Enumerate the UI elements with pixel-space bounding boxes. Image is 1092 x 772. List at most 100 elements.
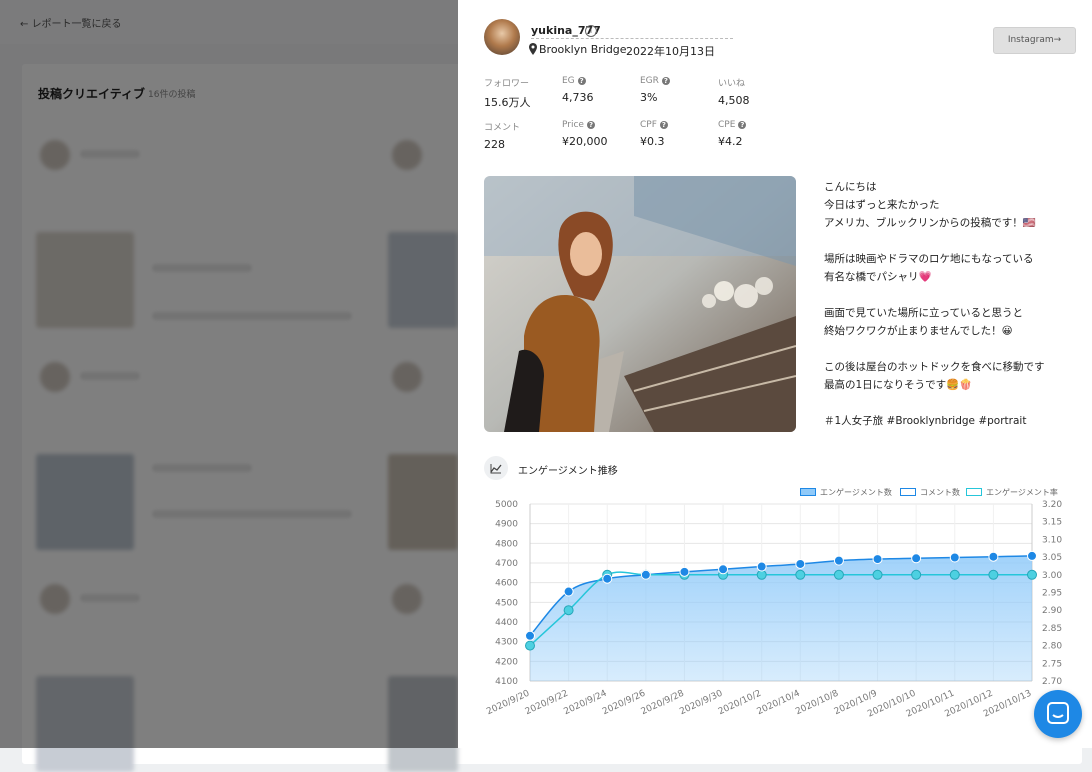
y-right-tick-label: 3.10 [1042, 535, 1062, 545]
help-icon[interactable]: ? [577, 77, 586, 85]
y-left-tick-label: 4500 [495, 598, 518, 608]
engagement-point [718, 564, 729, 575]
post-photo [484, 176, 796, 432]
instagram-button[interactable]: Instagram→ [993, 27, 1076, 54]
caption-line [824, 286, 1074, 304]
y-left-tick-label: 4100 [495, 677, 518, 687]
caption-line: 今日はずっと来たかった [824, 199, 940, 211]
help-icon[interactable]: ? [586, 121, 595, 129]
engagement-point [756, 561, 767, 572]
rate-point [756, 569, 767, 580]
caption-line: こんにちは [824, 181, 877, 193]
help-icon[interactable]: ? [661, 77, 670, 85]
stat-4: コメント 228 [484, 120, 560, 151]
caption-line: 最高の1日になりそうです🍔🍿 [824, 379, 973, 391]
x-tick-label: 2020/10/4 [756, 689, 802, 718]
y-left-tick-label: 4800 [495, 539, 518, 549]
stat-label: フォロワー [484, 79, 530, 89]
engagement-chart: 4100 4200 4300 4400 4500 4600 4700 4800 4900 5000… [485, 500, 1062, 720]
y-left-tick-label: 5000 [495, 500, 518, 510]
caption-line: 終始ワクワクが止まりませんでした！😀 [824, 325, 1013, 337]
rate-point [833, 569, 844, 580]
legend-swatch [900, 488, 916, 496]
y-right-tick-label: 2.70 [1042, 677, 1062, 687]
info-icon[interactable]: i [585, 25, 597, 37]
stat-label: コメント [484, 123, 521, 133]
y-right-tick-label: 3.05 [1042, 553, 1062, 563]
y-left-tick-label: 4900 [495, 520, 518, 530]
x-tick-label: 2020/9/22 [524, 689, 570, 718]
x-tick-label: 2020/9/30 [678, 689, 724, 718]
chat-button[interactable] [1034, 690, 1082, 738]
legend-swatch [966, 488, 982, 496]
rate-point [872, 569, 883, 580]
post-location: Brooklyn Bridge [539, 43, 627, 56]
legend-swatch [800, 488, 816, 496]
y-right-tick-label: 3.00 [1042, 571, 1062, 581]
caption-line: ＃1人女子旅 #Brooklynbridge #portrait [824, 415, 1027, 427]
stat-label: EG [562, 76, 575, 86]
stat-label: CPF [640, 120, 657, 130]
stat-5: Price? ¥20,000 [562, 120, 638, 148]
caption-line [824, 232, 1074, 250]
y-right-tick-label: 2.80 [1042, 642, 1062, 652]
stat-value: ¥0.3 [640, 135, 665, 148]
rate-point [525, 640, 535, 651]
stat-value: ¥20,000 [562, 135, 608, 148]
x-tick-label: 2020/9/20 [485, 689, 531, 718]
rate-point [949, 569, 960, 580]
caption-line: 場所は映画やドラマのロケ地にもなっている [824, 253, 1034, 265]
stat-label: EGR [640, 76, 659, 86]
x-tick-label: 2020/10/8 [794, 689, 840, 718]
rate-point [988, 569, 999, 580]
y-left-tick-label: 4300 [495, 638, 518, 648]
y-right-tick-label: 2.75 [1042, 659, 1062, 669]
stat-label: いいね [718, 79, 746, 89]
y-right-tick-label: 2.95 [1042, 589, 1062, 599]
engagement-point [911, 553, 922, 564]
y-right-tick-label: 2.85 [1042, 624, 1062, 634]
help-icon[interactable]: ? [659, 121, 668, 129]
chart-title: エンゲージメント推移 [518, 466, 618, 477]
stat-3: いいね 4,508 [718, 76, 794, 107]
stat-0: フォロワー 15.6万人 [484, 76, 560, 110]
engagement-point [872, 554, 883, 565]
stat-value: 15.6万人 [484, 96, 531, 109]
caption-line: 有名な橋でパシャリ💗 [824, 271, 932, 283]
engagement-point [563, 586, 574, 597]
stat-1: EG? 4,736 [562, 76, 638, 104]
engagement-point [679, 566, 690, 577]
line-chart-icon [484, 456, 508, 480]
stat-6: CPF? ¥0.3 [640, 120, 716, 148]
x-tick-label: 2020/9/24 [562, 689, 608, 718]
caption-line: アメリカ、ブルックリンからの投稿です！🇺🇸 [824, 217, 1036, 229]
divider [531, 38, 733, 39]
stat-7: CPE? ¥4.2 [718, 120, 794, 148]
caption-line: 画面で見ていた場所に立っていると思うと [824, 307, 1023, 319]
engagement-point [525, 630, 535, 641]
engagement-point [949, 552, 960, 563]
chat-icon [1047, 702, 1069, 724]
engagement-point [1027, 550, 1037, 561]
caption-line [824, 340, 1074, 358]
stat-value: 4,508 [718, 94, 750, 107]
stat-label: Price [562, 120, 584, 130]
stat-value: 4,736 [562, 91, 594, 104]
y-left-tick-label: 4200 [495, 657, 518, 667]
y-right-tick-label: 3.15 [1042, 518, 1062, 528]
avatar [484, 19, 520, 55]
rate-point [911, 569, 922, 580]
rate-point [563, 605, 574, 616]
engagement-point [833, 555, 844, 566]
location-pin-icon [529, 43, 537, 55]
y-right-tick-label: 2.90 [1042, 606, 1062, 616]
stat-value: 228 [484, 138, 505, 151]
x-tick-label: 2020/10/2 [717, 689, 763, 718]
caption-line: この後は屋台のホットドックを食べに移動です [824, 361, 1045, 373]
x-tick-label: 2020/9/28 [640, 689, 686, 718]
stat-value: ¥4.2 [718, 135, 743, 148]
engagement-point [602, 573, 613, 584]
help-icon[interactable]: ? [738, 121, 747, 129]
rate-point [795, 569, 806, 580]
post-date: 2022年10月13日 [626, 45, 715, 58]
